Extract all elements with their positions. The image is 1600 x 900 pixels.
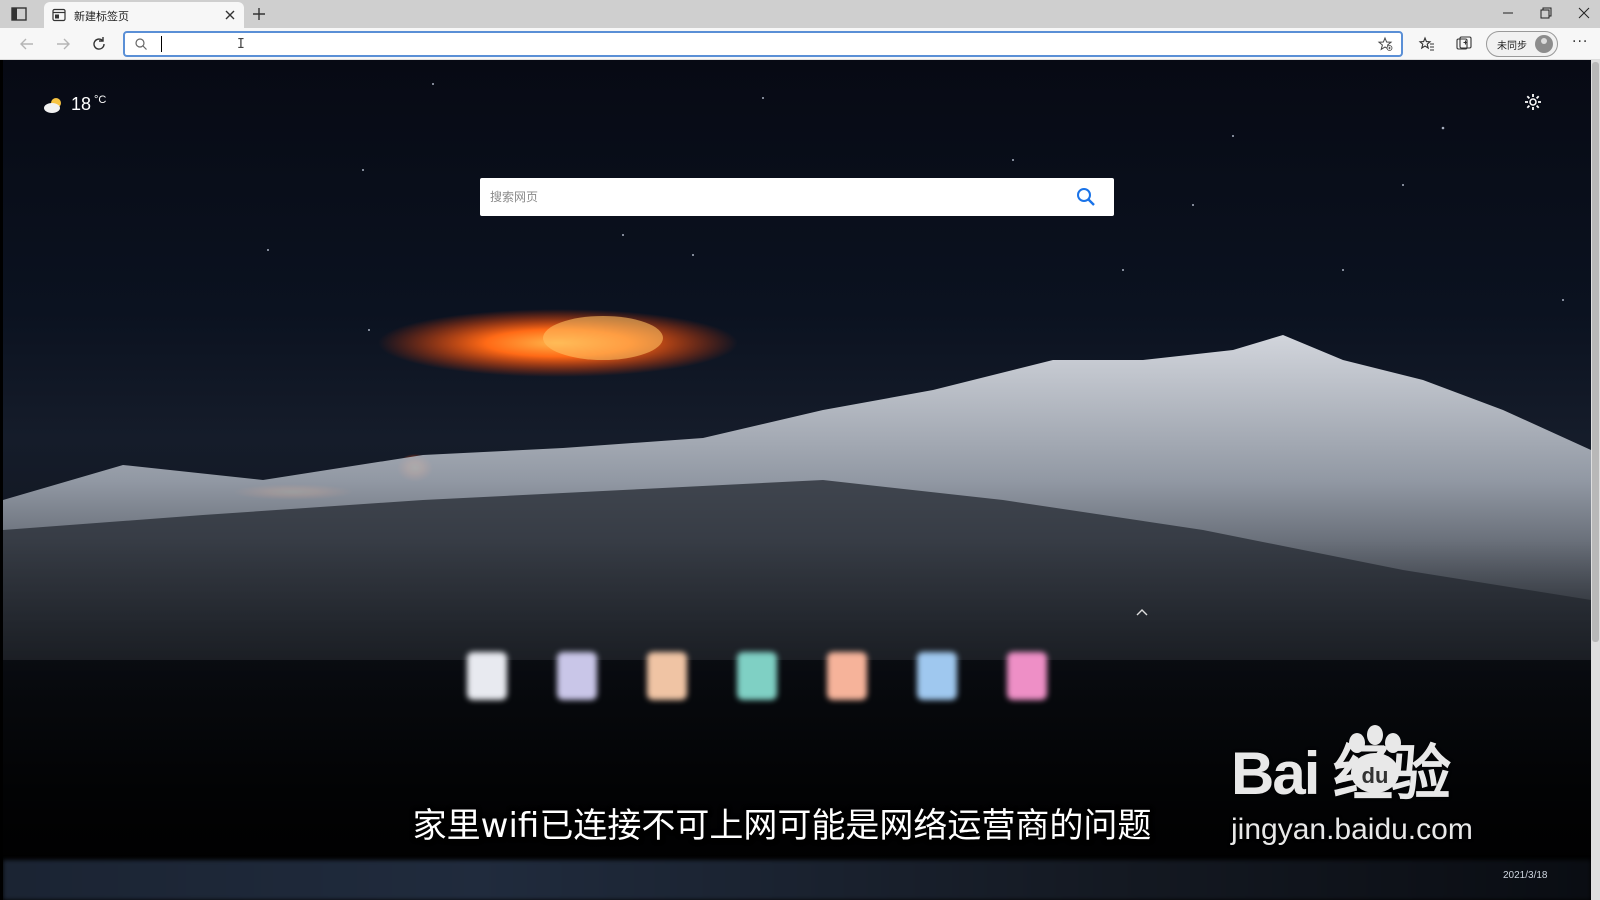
restore-icon[interactable] (1536, 4, 1556, 22)
quick-link-tile[interactable] (827, 652, 867, 700)
refresh-icon[interactable] (90, 35, 108, 53)
blurred-taskbar (3, 860, 1591, 900)
quick-link-tile[interactable] (737, 652, 777, 700)
baidu-paw-logo: du (1349, 725, 1401, 793)
new-tab-page: 18°C 家里wifi已连接不可上网可能是网络运营商的问题 2021/3/18 … (3, 60, 1591, 900)
weather-temperature: 18 °C (71, 94, 107, 114)
new-tab-button[interactable] (250, 5, 268, 23)
close-tab-icon[interactable] (224, 9, 236, 21)
profile-status-label: 未同步 (1497, 41, 1527, 52)
chevron-up-icon[interactable] (1134, 606, 1150, 618)
search-icon[interactable] (1076, 187, 1096, 207)
settings-and-more-button[interactable]: ··· (1572, 34, 1588, 50)
quick-link-tile[interactable] (1007, 652, 1047, 700)
quick-link-tile[interactable] (647, 652, 687, 700)
temperature-unit: °C (94, 94, 107, 106)
taskbar-date: 2021/3/18 (1503, 870, 1548, 881)
favorites-icon[interactable] (1418, 35, 1436, 53)
gear-icon[interactable] (1523, 92, 1543, 112)
tab-title: 新建标签页 (74, 10, 129, 23)
svg-text:du: du (1362, 763, 1389, 788)
web-search-box[interactable] (480, 178, 1114, 216)
back-icon[interactable] (18, 35, 36, 53)
profile-button[interactable]: 未同步 (1486, 31, 1558, 57)
search-icon (135, 38, 147, 50)
collections-icon[interactable] (1455, 35, 1473, 53)
address-input[interactable] (159, 34, 1339, 54)
baidu-jingyan-watermark: Bai 经验 du jingyan.baidu.com (1223, 725, 1523, 855)
tab-actions-icon[interactable] (10, 5, 28, 23)
scrollbar-thumb[interactable] (1592, 62, 1599, 642)
new-tab-page-icon (52, 8, 66, 22)
avatar (1535, 35, 1553, 53)
quick-link-tile[interactable] (467, 652, 507, 700)
close-window-icon[interactable] (1574, 4, 1594, 22)
browser-toolbar: I 未同步 ··· (0, 28, 1600, 60)
tab-new-tab[interactable]: 新建标签页 (44, 2, 244, 28)
partly-cloudy-icon (44, 98, 61, 113)
address-bar[interactable]: I (123, 31, 1403, 57)
mouse-text-cursor: I (237, 37, 245, 52)
quick-links (363, 652, 1063, 712)
minimize-icon[interactable] (1498, 4, 1518, 22)
search-input[interactable] (490, 187, 1050, 207)
quick-link-tile[interactable] (917, 652, 957, 700)
text-caret (161, 36, 162, 52)
forward-icon[interactable] (54, 35, 72, 53)
watermark-url: jingyan.baidu.com (1231, 813, 1473, 846)
tab-bar: 新建标签页 (0, 0, 1600, 28)
quick-link-tile[interactable] (557, 652, 597, 700)
add-favorite-icon[interactable] (1377, 36, 1393, 52)
